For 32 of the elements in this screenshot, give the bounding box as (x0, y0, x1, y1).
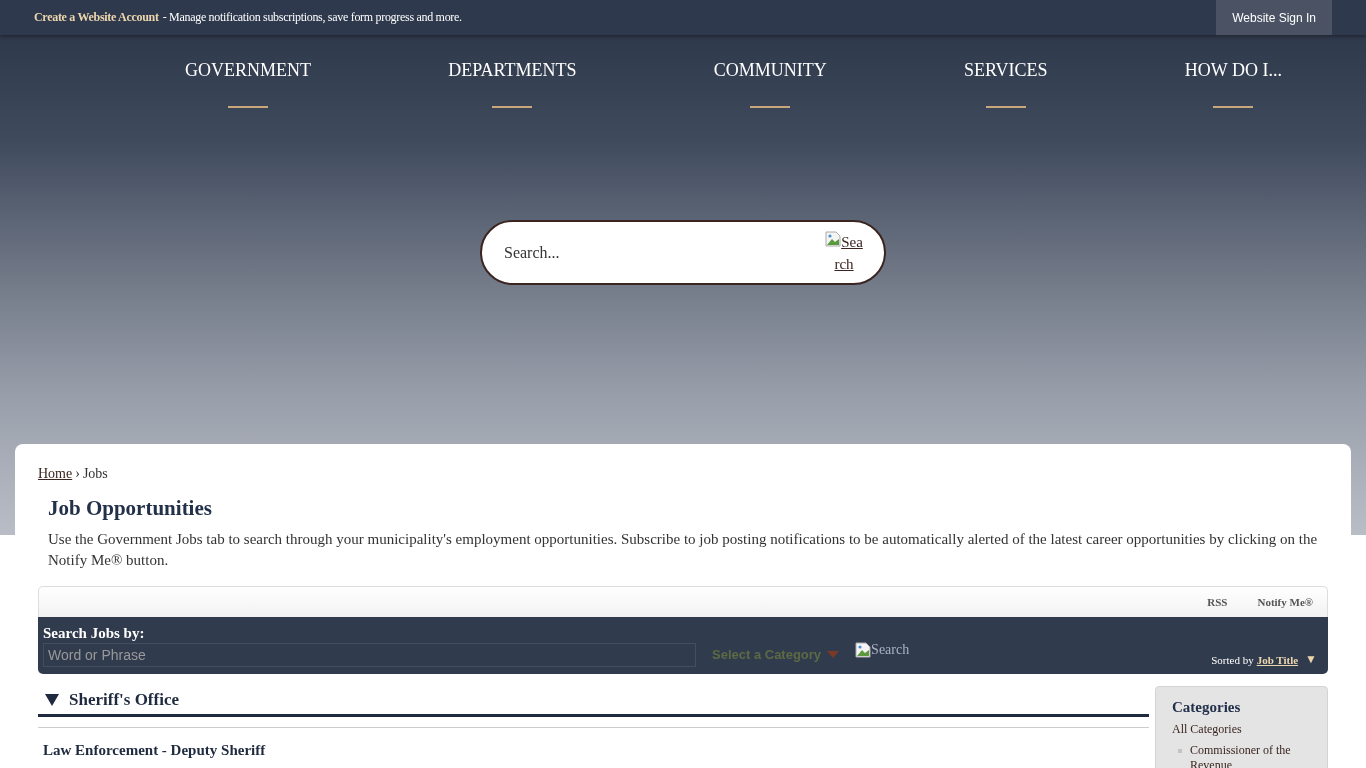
breadcrumb-separator: › (75, 466, 80, 482)
page-title: Job Opportunities (48, 496, 213, 521)
keyword-field[interactable]: Word or Phrase (43, 642, 696, 667)
nav-link[interactable]: COMMUNITY (713, 60, 827, 110)
caret-icon (827, 651, 840, 658)
group-heading: Sheriff's Office (69, 690, 179, 710)
search-field[interactable]: Search... Search (480, 220, 886, 285)
sort-link[interactable]: Job Title (1256, 653, 1299, 666)
broken-image-icon (825, 230, 842, 247)
create-account-link[interactable]: Create a Website Account (34, 10, 159, 24)
nav-link[interactable]: GOVERNMENT (185, 60, 311, 110)
broken-image-icon (855, 642, 872, 658)
toolbar-link[interactable]: RSS (1207, 596, 1228, 608)
search-button[interactable]: Search (824, 230, 864, 275)
toggle-triangle-icon[interactable] (45, 694, 59, 706)
nav-link[interactable]: HOW DO I... (1184, 60, 1282, 110)
categories-heading: Categories (1172, 699, 1242, 716)
nav-link[interactable]: SERVICES (964, 60, 1048, 110)
account-description: - Manage notification subscriptions, save form progress and more. (162, 10, 462, 24)
sort-label: Sorted by (1211, 653, 1254, 666)
intro-paragraph: Use the Government Jobs tab to search through your municipality's employment opportunities. Subscribe to job posting notifications to be automatically alerted of the latest career opportunities by clicking on the Notify Me® button. (48, 530, 1319, 570)
nav-link[interactable]: DEPARTMENTS (448, 60, 577, 110)
sign-in-button[interactable]: Website Sign In (1216, 0, 1332, 35)
job-title-link[interactable]: Law Enforcement - Deputy Sheriff (43, 742, 1149, 759)
breadcrumb-link[interactable]: Home (38, 466, 73, 482)
breadcrumb-current: Jobs (82, 466, 108, 482)
search-label: Search Jobs by: (43, 625, 146, 642)
category-link[interactable]: All Categories (1172, 722, 1312, 737)
bullet-icon (1178, 749, 1182, 753)
search-button[interactable]: Search (855, 642, 910, 658)
sort-arrow[interactable]: ▼ (1305, 652, 1317, 667)
toolbar-link[interactable]: Notify Me® (1257, 596, 1313, 608)
